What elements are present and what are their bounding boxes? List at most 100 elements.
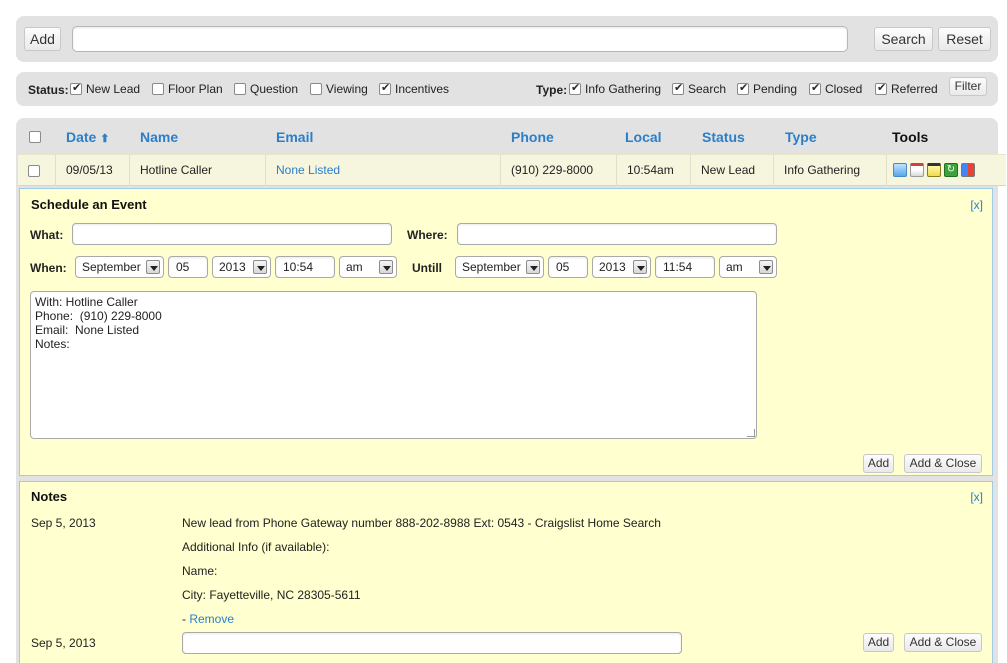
search-button[interactable]: Search xyxy=(874,27,933,51)
note-text: New lead from Phone Gateway number 888-2… xyxy=(182,516,661,530)
chevron-down-icon xyxy=(379,260,393,274)
refresh-icon[interactable]: ↻ xyxy=(944,163,958,177)
status-filter-viewing[interactable]: Viewing xyxy=(310,82,368,96)
start-time-input[interactable]: 10:54 xyxy=(275,256,335,278)
chevron-down-icon xyxy=(253,260,267,274)
end-year-select[interactable]: 2013 xyxy=(592,256,651,278)
column-header-email[interactable]: Email xyxy=(276,129,313,145)
row-status: New Lead xyxy=(691,155,774,186)
google-icon[interactable] xyxy=(961,163,975,177)
checkbox[interactable] xyxy=(310,83,322,95)
checkbox[interactable] xyxy=(70,81,82,95)
person-icon[interactable] xyxy=(893,163,907,177)
filter-button[interactable]: Filter xyxy=(949,77,987,96)
where-label: Where: xyxy=(407,228,448,242)
close-event-panel-button[interactable]: [x] xyxy=(970,198,983,212)
filter-label: Closed xyxy=(825,82,863,96)
status-filter-incentives[interactable]: Incentives xyxy=(379,81,450,96)
row-name: Hotline Caller xyxy=(130,155,266,186)
end-ampm-select[interactable]: am xyxy=(719,256,777,278)
search-bar: Add Search Reset xyxy=(16,16,998,62)
checkbox[interactable] xyxy=(875,81,887,95)
event-add-close-button[interactable]: Add & Close xyxy=(904,454,982,473)
row-checkbox[interactable] xyxy=(28,164,40,177)
type-filter-search[interactable]: Search xyxy=(672,81,727,96)
column-header-name[interactable]: Name xyxy=(140,129,178,145)
filter-label: Question xyxy=(250,82,299,96)
column-header-status[interactable]: Status xyxy=(702,129,745,145)
start-day-input[interactable]: 05 xyxy=(168,256,208,278)
checkbox[interactable] xyxy=(809,81,821,95)
new-note-input[interactable] xyxy=(182,632,682,654)
select-value: 2013 xyxy=(599,260,626,274)
select-value: am xyxy=(346,260,363,274)
event-notes-textarea[interactable]: With: Hotline Caller Phone: (910) 229-80… xyxy=(30,291,757,439)
type-filter-referred[interactable]: Referred xyxy=(875,81,938,96)
checkbox[interactable] xyxy=(379,81,391,95)
column-header-date[interactable]: Date ⬆ xyxy=(66,129,109,145)
filter-label: Pending xyxy=(753,82,798,96)
column-header-type[interactable]: Type xyxy=(785,129,817,145)
column-header-phone[interactable]: Phone xyxy=(511,129,554,145)
checkbox[interactable] xyxy=(737,81,749,95)
note-text: City: Fayetteville, NC 28305-5611 xyxy=(182,588,361,602)
filter-label: Viewing xyxy=(326,82,368,96)
row-local-time: 10:54am xyxy=(617,155,691,186)
when-label: When: xyxy=(30,261,67,275)
start-year-select[interactable]: 2013 xyxy=(212,256,271,278)
resize-grip-icon[interactable] xyxy=(747,429,755,437)
what-input[interactable] xyxy=(72,223,392,245)
notes-add-close-button[interactable]: Add & Close xyxy=(904,633,982,652)
end-month-select[interactable]: September xyxy=(455,256,544,278)
select-value: September xyxy=(82,260,141,274)
checkbox[interactable] xyxy=(152,83,164,95)
type-filter-info-gathering[interactable]: Info Gathering xyxy=(569,81,662,96)
search-input[interactable] xyxy=(72,26,848,52)
select-value: am xyxy=(726,260,743,274)
sort-up-icon: ⬆ xyxy=(100,133,110,145)
panel-title: Schedule an Event xyxy=(31,197,147,212)
note-remove-row: - Remove xyxy=(182,612,234,626)
remove-note-link[interactable]: Remove xyxy=(189,612,234,626)
row-email-link[interactable]: None Listed xyxy=(266,155,501,186)
notes-add-button[interactable]: Add xyxy=(863,633,894,652)
filter-label: Search xyxy=(688,82,727,96)
calendar-icon[interactable] xyxy=(910,163,924,177)
row-phone: (910) 229-8000 xyxy=(501,155,617,186)
checkbox[interactable] xyxy=(234,83,246,95)
type-filter-pending[interactable]: Pending xyxy=(737,81,798,96)
status-filter-label: Status: xyxy=(28,83,69,97)
column-header-local[interactable]: Local xyxy=(625,129,662,145)
add-button[interactable]: Add xyxy=(24,27,61,51)
filter-label: Info Gathering xyxy=(585,82,662,96)
checkbox[interactable] xyxy=(569,81,581,95)
type-filter-closed[interactable]: Closed xyxy=(809,81,863,96)
event-add-button[interactable]: Add xyxy=(863,454,894,473)
select-value: September xyxy=(462,260,521,274)
close-notes-panel-button[interactable]: [x] xyxy=(970,490,983,504)
status-filter-new-lead[interactable]: New Lead xyxy=(70,81,140,96)
new-note-date: Sep 5, 2013 xyxy=(31,636,96,650)
chevron-down-icon xyxy=(526,260,540,274)
status-filter-question[interactable]: Question xyxy=(234,82,298,96)
table-row[interactable]: 09/05/13 Hotline Caller None Listed (910… xyxy=(18,154,1006,186)
filter-label: Floor Plan xyxy=(168,82,223,96)
note-icon[interactable] xyxy=(927,163,941,177)
panel-title: Notes xyxy=(31,489,68,504)
chevron-down-icon xyxy=(759,260,773,274)
end-day-input[interactable]: 05 xyxy=(548,256,588,278)
start-ampm-select[interactable]: am xyxy=(339,256,397,278)
checkbox[interactable] xyxy=(672,81,684,95)
status-filter-floor-plan[interactable]: Floor Plan xyxy=(152,82,223,96)
what-label: What: xyxy=(30,228,64,242)
end-time-input[interactable]: 11:54 xyxy=(655,256,715,278)
reset-button[interactable]: Reset xyxy=(938,27,991,51)
textarea-line: Phone: (910) 229-8000 xyxy=(35,309,162,323)
select-all-checkbox[interactable] xyxy=(29,131,41,143)
start-month-select[interactable]: September xyxy=(75,256,164,278)
filter-label: Referred xyxy=(891,82,938,96)
where-input[interactable] xyxy=(457,223,777,245)
note-text: Name: xyxy=(182,564,218,578)
filter-label: Incentives xyxy=(395,82,450,96)
row-type: Info Gathering xyxy=(774,155,887,186)
